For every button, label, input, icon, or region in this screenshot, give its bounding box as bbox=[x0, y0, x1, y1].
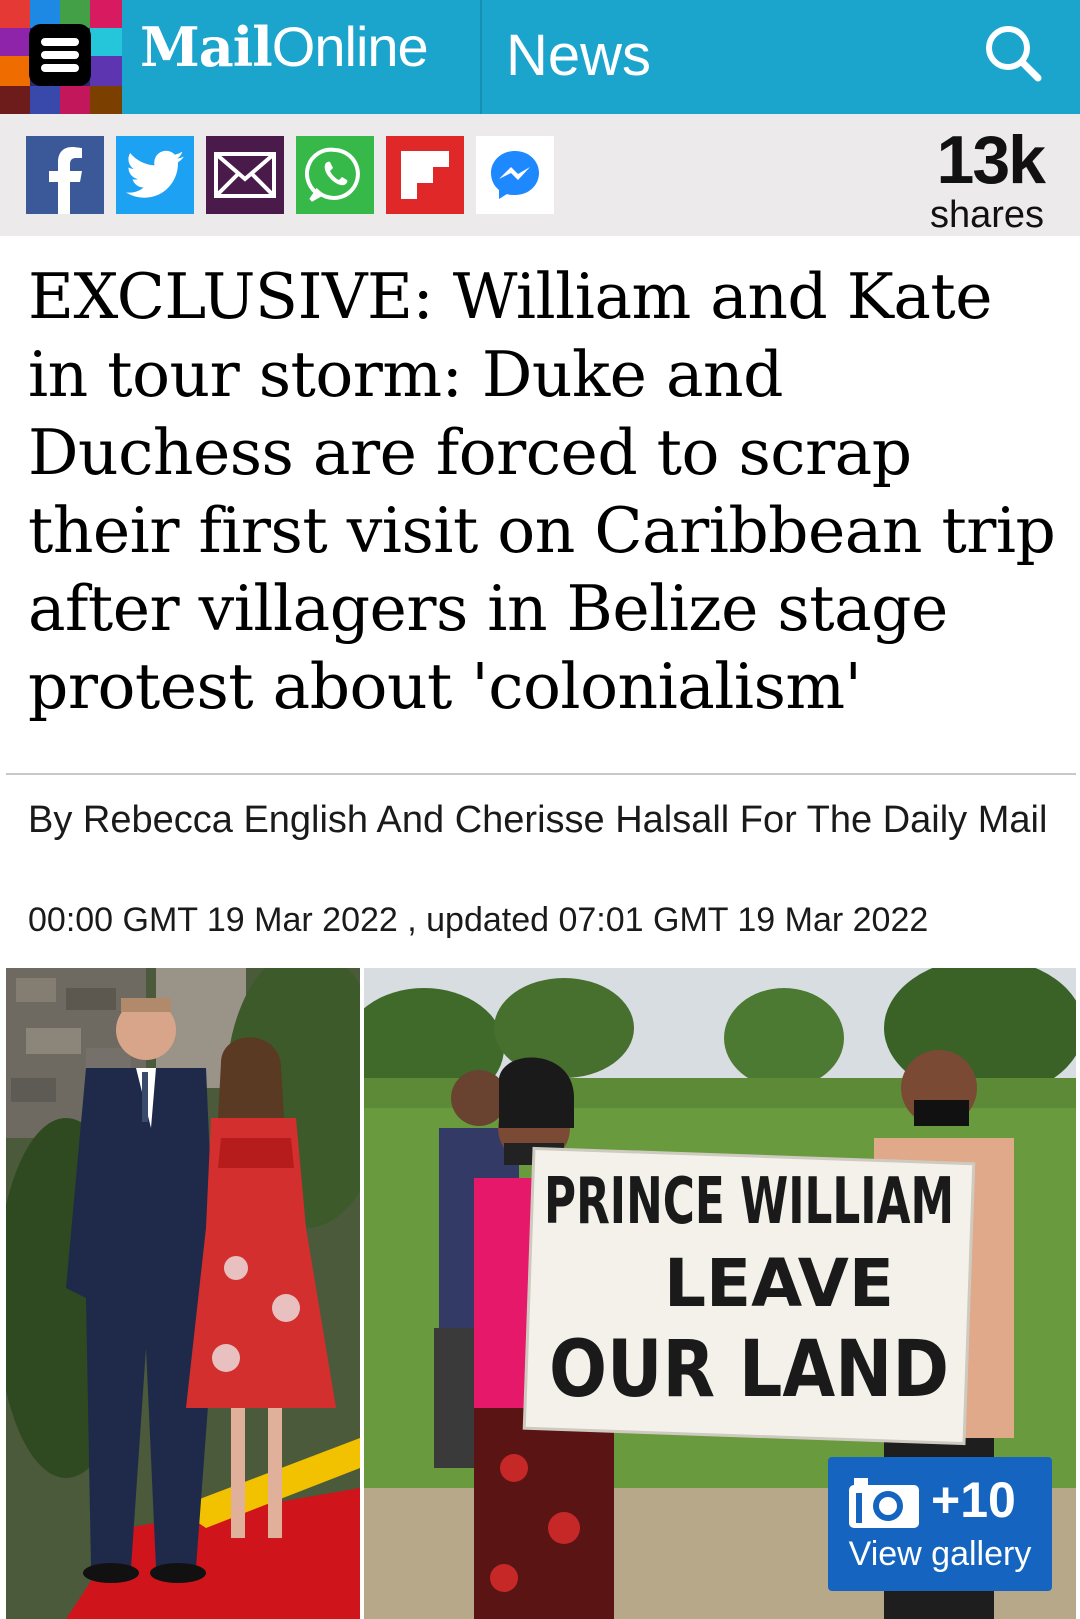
messenger-icon bbox=[491, 151, 539, 199]
gallery-count: +10 bbox=[931, 1472, 1016, 1528]
royal-couple-photo[interactable] bbox=[6, 968, 360, 1619]
messenger-share-button[interactable] bbox=[476, 136, 554, 214]
search-icon bbox=[986, 26, 1042, 82]
twitter-icon bbox=[126, 150, 184, 198]
sign-line-1: PRINCE WILLIAM bbox=[544, 1165, 954, 1239]
mailonline-logo[interactable]: MailOnline bbox=[140, 14, 429, 98]
share-bar: 13k shares bbox=[0, 114, 1080, 236]
article-dateline: 00:00 GMT 19 Mar 2022 , updated 07:01 GM… bbox=[28, 901, 929, 939]
gallery-label: View gallery bbox=[848, 1535, 1032, 1573]
sign-line-3: OUR LAND bbox=[549, 1325, 949, 1415]
logo-online-text: Online bbox=[271, 15, 429, 78]
twitter-share-button[interactable] bbox=[116, 136, 194, 214]
email-share-button[interactable] bbox=[206, 136, 284, 214]
share-count-number: 13k bbox=[936, 122, 1046, 198]
view-gallery-button[interactable]: +10 View gallery bbox=[828, 1457, 1052, 1591]
headline-divider bbox=[6, 773, 1076, 775]
article-headline: EXCLUSIVE: William and Kate in tour stor… bbox=[28, 260, 1056, 723]
section-title[interactable]: News bbox=[506, 22, 651, 89]
flipboard-icon bbox=[401, 151, 449, 199]
whatsapp-icon bbox=[305, 147, 360, 202]
share-count-label: shares bbox=[929, 194, 1044, 236]
hamburger-menu-button[interactable] bbox=[29, 24, 91, 86]
flipboard-share-button[interactable] bbox=[386, 136, 464, 214]
whatsapp-share-button[interactable] bbox=[296, 136, 374, 214]
facebook-share-button[interactable] bbox=[26, 136, 104, 214]
article-byline[interactable]: By Rebecca English And Cherisse Halsall … bbox=[28, 796, 1048, 845]
sign-line-2: LEAVE bbox=[664, 1245, 894, 1322]
envelope-icon bbox=[214, 152, 276, 198]
menu-icon bbox=[41, 38, 79, 46]
top-navigation-bar: MailOnline News bbox=[0, 0, 1080, 114]
camera-icon bbox=[849, 1478, 919, 1528]
logo-mail-text: Mail bbox=[140, 15, 273, 79]
search-button[interactable] bbox=[978, 18, 1048, 88]
facebook-icon bbox=[49, 147, 82, 214]
header-divider bbox=[480, 0, 482, 114]
share-count: 13k shares bbox=[929, 122, 1046, 236]
